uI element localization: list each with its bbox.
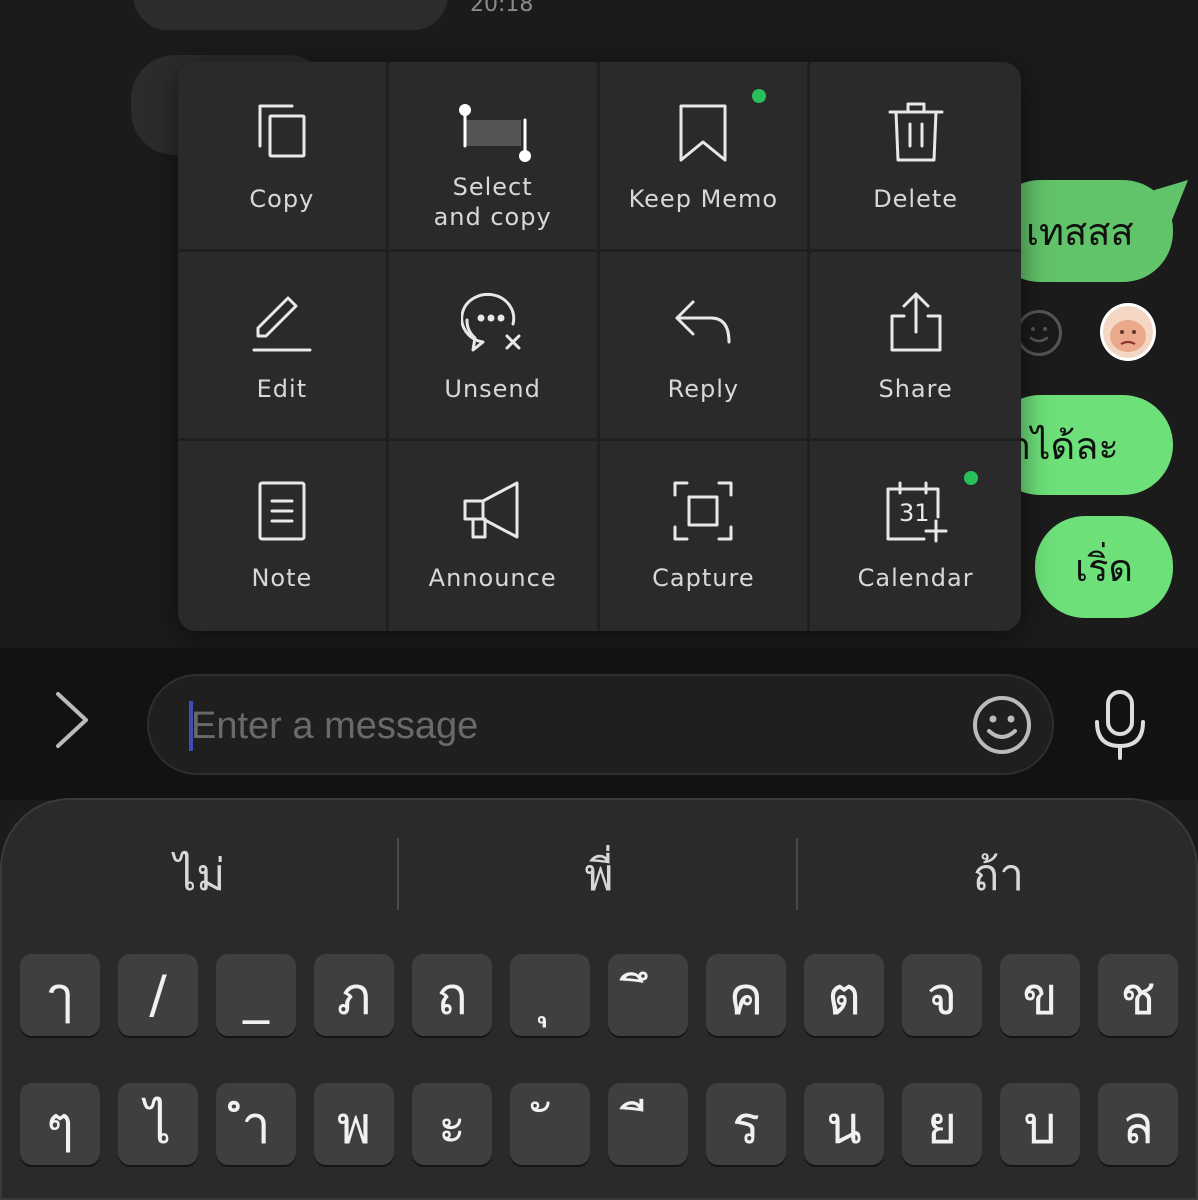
- menu-label: Edit: [256, 374, 308, 403]
- select-copy-icon: [458, 104, 531, 162]
- menu-select-and-copy[interactable]: Select and copy: [388, 62, 600, 252]
- pencil-icon: [252, 296, 312, 352]
- microphone-icon[interactable]: [1093, 690, 1147, 760]
- menu-share[interactable]: Share: [810, 252, 1021, 442]
- key[interactable]: /: [118, 954, 198, 1036]
- suggestion-divider: [796, 838, 798, 910]
- key[interactable]: ย: [902, 1083, 982, 1165]
- message-field[interactable]: [147, 674, 1054, 775]
- menu-announce[interactable]: Announce: [389, 441, 600, 631]
- key[interactable]: ำ: [216, 1083, 296, 1165]
- key[interactable]: ข: [1000, 954, 1080, 1036]
- key[interactable]: ะ: [412, 1083, 492, 1165]
- suggestion[interactable]: ถ้า: [799, 836, 1198, 926]
- menu-label: Copy: [249, 185, 315, 213]
- unsend-icon: [460, 292, 521, 352]
- menu-label: Announce: [428, 564, 557, 593]
- keyboard-row-1: ๅ / _ ภ ถ ุ ึ ค ต จ ข ช: [20, 954, 1178, 1036]
- suggestion[interactable]: พี่: [399, 836, 798, 926]
- sticker-avatar[interactable]: [1100, 303, 1156, 361]
- suggestion-divider: [397, 838, 399, 910]
- suggestion-bar: ไม่ พี่ ถ้า: [0, 836, 1198, 926]
- menu-note[interactable]: Note: [178, 441, 389, 631]
- menu-label: Capture: [652, 564, 755, 593]
- share-icon: [890, 292, 942, 352]
- key[interactable]: พ: [314, 1083, 394, 1165]
- key[interactable]: ๅ: [20, 954, 100, 1036]
- key[interactable]: น: [804, 1083, 884, 1165]
- menu-label: Delete: [873, 185, 959, 213]
- capture-icon: [673, 481, 733, 541]
- menu-label: Note: [251, 564, 313, 593]
- key[interactable]: ึ: [608, 954, 688, 1036]
- incoming-bubble[interactable]: [133, 0, 448, 30]
- emoji-icon[interactable]: [972, 695, 1032, 755]
- reply-icon: [675, 300, 731, 344]
- key[interactable]: บ: [1000, 1083, 1080, 1165]
- menu-calendar[interactable]: 31 Calendar: [810, 441, 1021, 631]
- menu-label: Keep Memo: [628, 185, 779, 213]
- new-badge-dot: [964, 471, 979, 486]
- copy-icon: [258, 104, 306, 158]
- menu-label: Unsend: [444, 374, 541, 403]
- megaphone-icon: [463, 481, 519, 539]
- key[interactable]: ๆ: [20, 1083, 100, 1165]
- menu-keep-memo[interactable]: Keep Memo: [599, 62, 811, 252]
- menu-label: Calendar: [857, 564, 974, 593]
- menu-edit[interactable]: Edit: [178, 251, 389, 442]
- menu-copy[interactable]: Copy: [178, 62, 389, 252]
- new-badge-dot: [751, 89, 766, 103]
- key[interactable]: _: [216, 954, 296, 1036]
- menu-label: Select and copy: [433, 173, 552, 231]
- note-icon: [258, 481, 306, 541]
- key[interactable]: ล: [1098, 1083, 1178, 1165]
- menu-capture[interactable]: Capture: [600, 441, 811, 631]
- key[interactable]: ภ: [314, 954, 394, 1036]
- menu-reply[interactable]: Reply: [599, 251, 811, 442]
- reaction-smile-icon[interactable]: [1016, 310, 1062, 356]
- bookmark-icon: [679, 104, 727, 162]
- outgoing-bubble[interactable]: เริ่ด: [1035, 516, 1173, 618]
- key[interactable]: ต: [804, 954, 884, 1036]
- key[interactable]: ั: [510, 1083, 590, 1165]
- keyboard-row-2: ๆ ไ ำ พ ะ ั ี ร น ย บ ล: [20, 1083, 1178, 1165]
- message-time: 20:18: [470, 0, 534, 17]
- text-caret: [189, 701, 193, 751]
- key[interactable]: ุ: [510, 954, 590, 1036]
- key[interactable]: จ: [902, 954, 982, 1036]
- key[interactable]: ช: [1098, 954, 1178, 1036]
- key[interactable]: ร: [706, 1083, 786, 1165]
- menu-unsend[interactable]: Unsend: [388, 251, 600, 442]
- chevron-right-icon[interactable]: [48, 690, 96, 750]
- svg-text:31: 31: [899, 499, 930, 527]
- message-context-menu: Copy Select and copy Keep Memo Delete Ed…: [178, 62, 1021, 631]
- message-input[interactable]: [189, 696, 953, 756]
- key[interactable]: ถ: [412, 954, 492, 1036]
- key[interactable]: ค: [706, 954, 786, 1036]
- suggestion[interactable]: ไม่: [0, 836, 399, 926]
- key[interactable]: ไ: [118, 1083, 198, 1165]
- trash-icon: [888, 102, 944, 162]
- menu-label: Share: [878, 374, 953, 403]
- calendar-icon: 31: [886, 481, 948, 543]
- key[interactable]: ี: [608, 1083, 688, 1165]
- menu-label: Reply: [667, 374, 740, 403]
- menu-delete[interactable]: Delete: [810, 62, 1021, 252]
